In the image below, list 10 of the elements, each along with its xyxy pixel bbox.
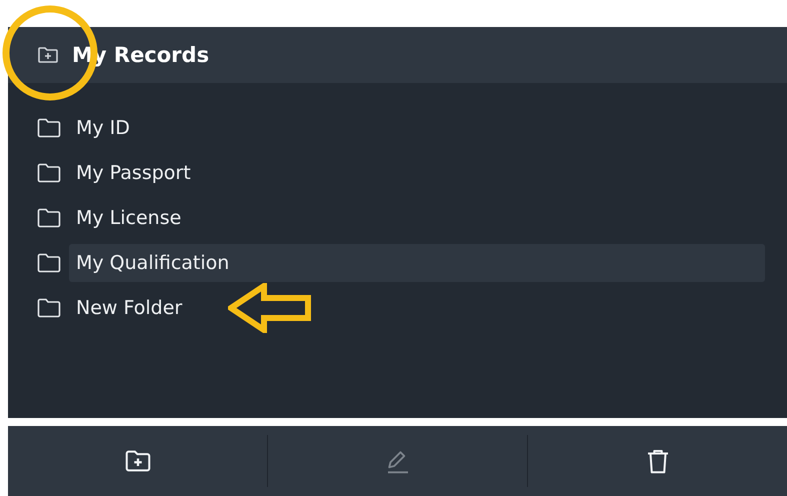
folder-icon [37, 208, 61, 228]
folder-icon [37, 252, 61, 272]
folder-item[interactable]: My ID [69, 108, 765, 146]
folder-item[interactable]: My Qualification [69, 244, 765, 282]
folder-item[interactable]: New Folder [69, 288, 765, 326]
folder-icon [37, 162, 61, 182]
folder-item[interactable]: My Passport [69, 154, 765, 192]
folder-item[interactable]: My License [69, 198, 765, 236]
folder-icon [37, 118, 61, 138]
folder-icon [37, 298, 61, 318]
